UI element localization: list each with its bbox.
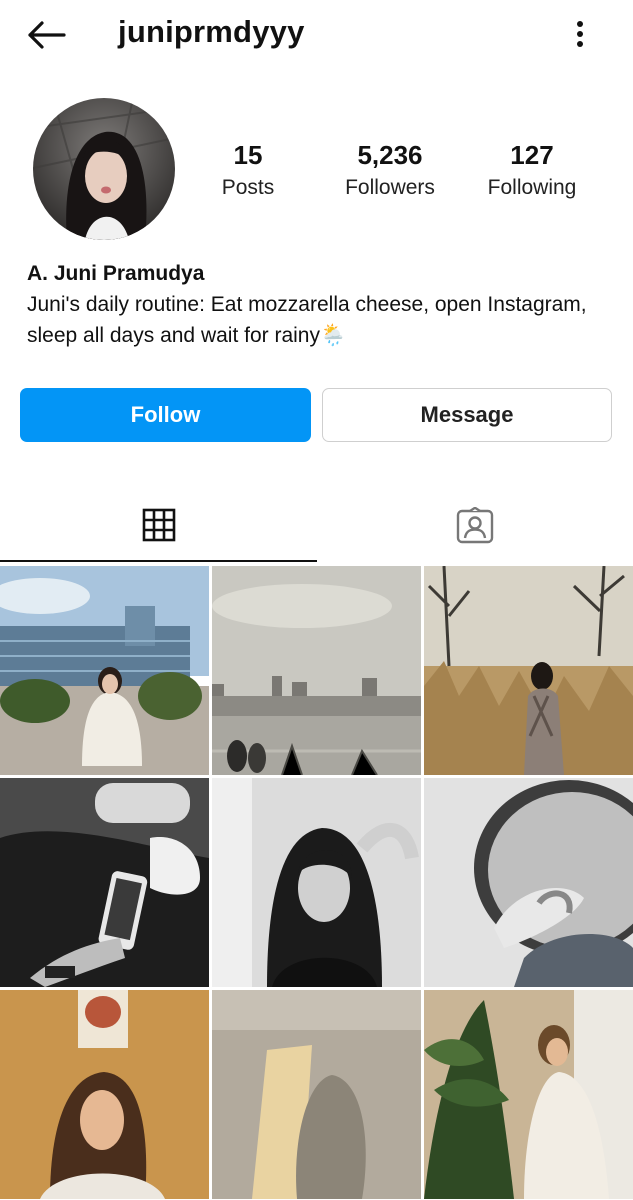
profile-tabs: [0, 490, 633, 562]
posts-count: 15: [233, 140, 263, 170]
posts-label: Posts: [221, 176, 275, 199]
tab-posts-grid[interactable]: [0, 490, 317, 562]
photo-grid: [0, 566, 633, 1200]
post-thumbnail[interactable]: [212, 778, 421, 987]
profile-username: juniprmdyyy: [118, 14, 305, 49]
followers-count: 5,236: [357, 140, 423, 170]
more-vertical-icon: [577, 21, 583, 47]
post-thumbnail[interactable]: [424, 990, 633, 1199]
follow-button[interactable]: Follow: [20, 388, 311, 442]
back-button[interactable]: [24, 16, 68, 54]
more-options-button[interactable]: [566, 14, 594, 54]
post-thumbnail[interactable]: [212, 566, 421, 775]
post-thumbnail[interactable]: [424, 566, 633, 775]
profile-bio: A. Juni Pramudya Juni's daily routine: E…: [27, 258, 617, 351]
post-thumbnail[interactable]: [0, 566, 209, 775]
grid-icon: [142, 508, 175, 542]
profile-full-name: A. Juni Pramudya: [27, 262, 205, 285]
top-bar: juniprmdyyy: [0, 0, 633, 70]
followers-label: Followers: [345, 176, 435, 199]
tagged-person-icon: [456, 507, 494, 544]
following-count: 127: [510, 140, 554, 170]
post-thumbnail[interactable]: [424, 778, 633, 987]
bio-text: Juni's daily routine: Eat mozzarella che…: [27, 293, 587, 347]
message-button[interactable]: Message: [322, 388, 612, 442]
followers-stat[interactable]: 5,236 Followers: [330, 140, 450, 200]
following-stat[interactable]: 127 Following: [472, 140, 592, 200]
post-thumbnail[interactable]: [0, 990, 209, 1199]
post-thumbnail[interactable]: [0, 778, 209, 987]
tab-tagged[interactable]: [317, 490, 633, 562]
following-label: Following: [487, 176, 577, 199]
post-thumbnail[interactable]: [212, 990, 421, 1199]
posts-stat[interactable]: 15 Posts: [188, 140, 308, 200]
profile-avatar[interactable]: [33, 98, 175, 240]
arrow-left-icon: [28, 21, 66, 49]
